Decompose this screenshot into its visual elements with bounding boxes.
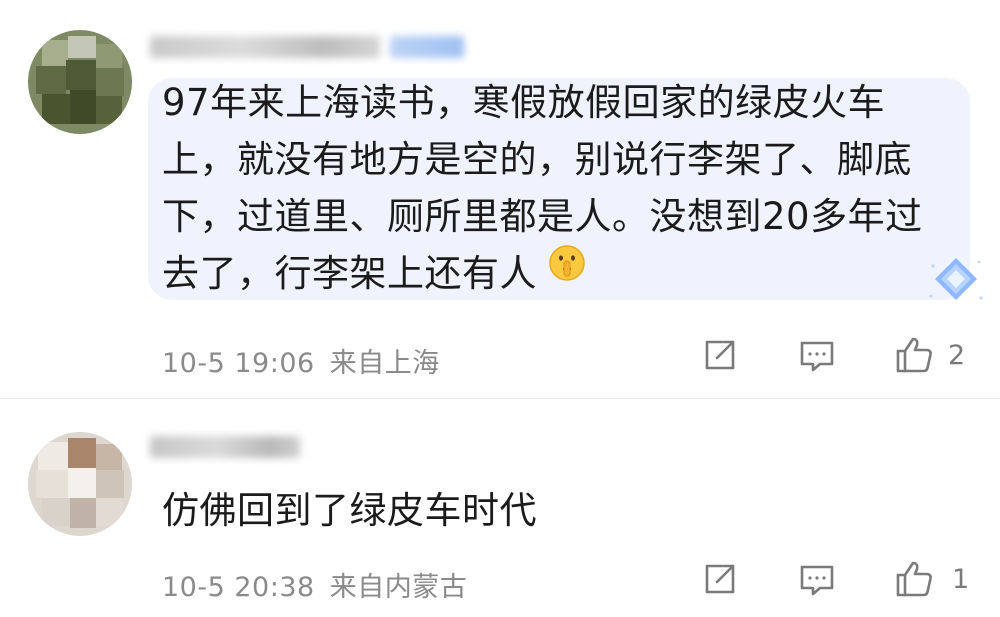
avatar[interactable] [28, 30, 132, 134]
comment-meta: 10-5 19:06 来自上海 [162, 341, 440, 380]
comment-meta: 10-5 20:38 来自内蒙古 [162, 565, 467, 604]
comment-time: 10-5 20:38 [162, 572, 315, 603]
thumbs-up-icon [896, 337, 932, 373]
comment-time: 10-5 19:06 [162, 348, 315, 379]
reply-button[interactable] [798, 562, 836, 598]
like-button[interactable] [894, 559, 934, 599]
like-count: 2 [948, 340, 966, 371]
comment-line-4: 去了，行李架上还有人 [162, 252, 537, 295]
comment-text: 仿佛回到了绿皮车时代 [162, 482, 537, 539]
shushing-face-emoji-icon [549, 245, 585, 281]
share-icon [705, 340, 735, 370]
username-blurred[interactable] [150, 436, 300, 458]
reply-comment-icon [800, 341, 834, 372]
comment-divider [0, 398, 1000, 399]
share-button[interactable] [702, 337, 738, 373]
thumbs-up-icon [896, 561, 932, 597]
comment-location: 来自内蒙古 [329, 572, 468, 603]
comment-line-1: 97年来上海读书，寒假放假回家的绿皮火车 [162, 81, 886, 124]
username-blurred[interactable] [150, 36, 380, 58]
comment-thread: 97年来上海读书，寒假放假回家的绿皮火车 上，就没有地方是空的，别说行李架了、脚… [0, 0, 1000, 617]
comment-text: 97年来上海读书，寒假放假回家的绿皮火车 上，就没有地方是空的，别说行李架了、脚… [162, 74, 923, 302]
comment-line-2: 上，就没有地方是空的，别说行李架了、脚底 [162, 138, 912, 181]
avatar[interactable] [28, 432, 132, 536]
share-icon [705, 564, 735, 594]
reply-button[interactable] [798, 338, 836, 374]
user-badge-blurred [390, 36, 464, 58]
like-count: 1 [952, 564, 970, 595]
reply-comment-icon [800, 565, 834, 596]
share-button[interactable] [702, 561, 738, 597]
comment-line-1: 仿佛回到了绿皮车时代 [162, 489, 537, 532]
like-button[interactable] [894, 335, 934, 375]
diamond-badge-icon [929, 258, 983, 300]
comment-line-3: 下，过道里、厕所里都是人。没想到20多年过 [162, 195, 923, 238]
comment-location: 来自上海 [329, 348, 440, 379]
